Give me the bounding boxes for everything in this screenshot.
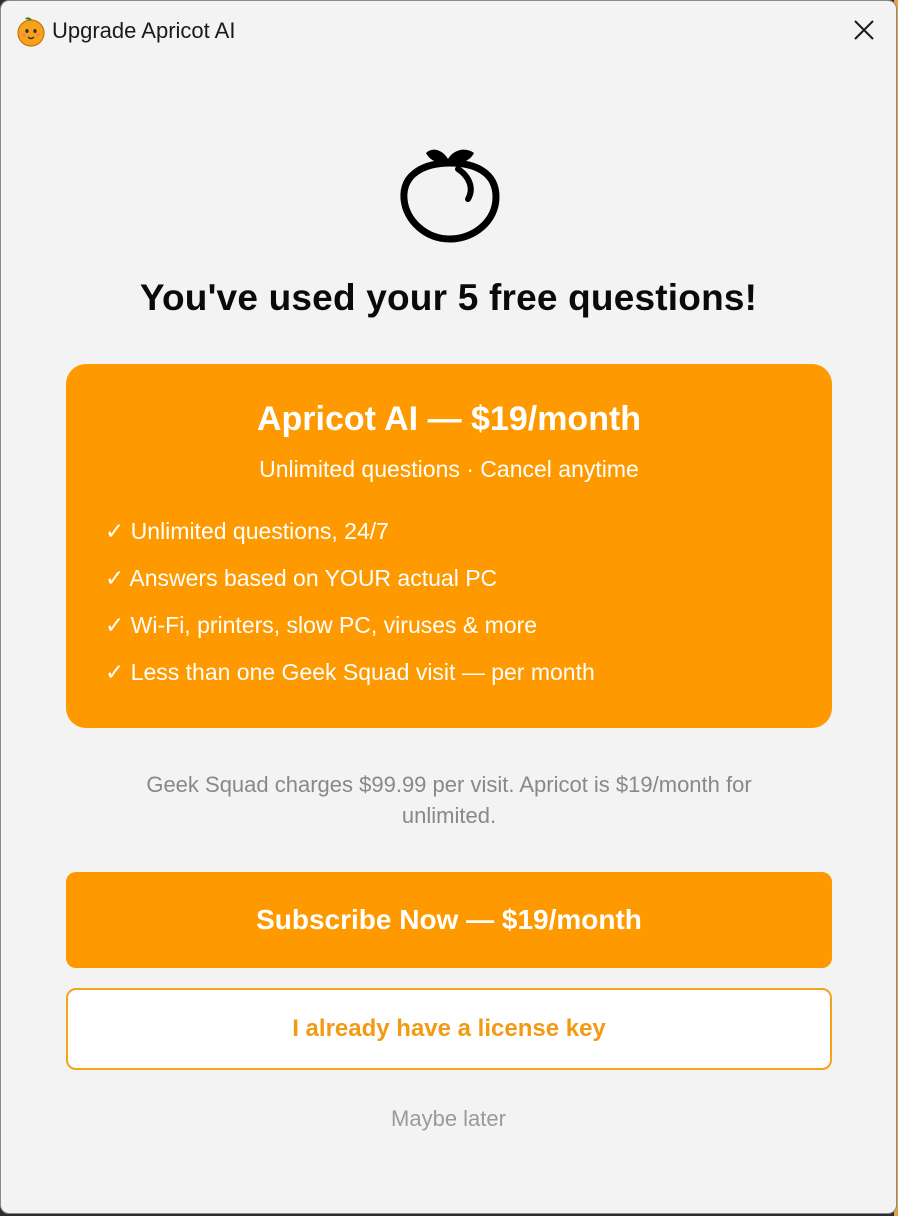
feature-item: ✓ Less than one Geek Squad visit — per m… [105,659,595,685]
feature-item: ✓ Unlimited questions, 24/7 [105,518,389,544]
feature-item: ✓ Answers based on YOUR actual PC [105,565,498,591]
feature-list: ✓ Unlimited questions, 24/7 ✓ Answers ba… [105,516,595,704]
window-title: Upgrade Apricot AI [52,18,236,43]
plan-card: Apricot AI — $19/month Unlimited questio… [66,364,832,728]
license-key-button[interactable]: I already have a license key [66,988,832,1070]
apricot-face-icon [17,17,45,47]
page-title: You've used your 5 free questions! [139,277,758,318]
maybe-later-link[interactable]: Maybe later [1,1106,896,1132]
peach-outline-icon [400,149,500,243]
plan-title: Apricot AI — $19/month [256,400,642,438]
close-button[interactable] [832,1,896,59]
upgrade-dialog: Upgrade Apricot AI You've used your 5 fr… [1,1,896,1213]
title-bar[interactable]: Upgrade Apricot AI [1,1,896,59]
close-icon [854,20,874,40]
feature-item: ✓ Wi-Fi, printers, slow PC, viruses & mo… [105,612,538,638]
price-comparison-note: Geek Squad charges $99.99 per visit. Apr… [146,772,752,828]
subscribe-button[interactable]: Subscribe Now — $19/month [66,872,832,968]
dialog-content: You've used your 5 free questions! Apric… [1,59,896,1213]
plan-subtitle: Unlimited questions · Cancel anytime [259,456,639,482]
